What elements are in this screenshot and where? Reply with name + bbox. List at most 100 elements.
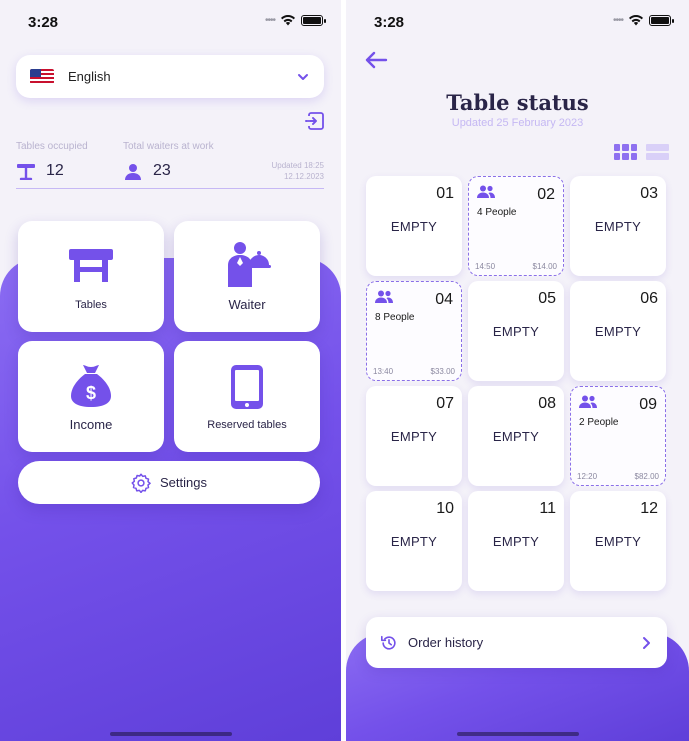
people-icon bbox=[375, 290, 393, 303]
tables-grid: 01 EMPTY 02 4 People 14:50 $14.00 03 EMPTY 04 8 P… bbox=[366, 176, 666, 591]
table-card-10[interactable]: 10 EMPTY bbox=[366, 491, 462, 591]
table-number: 08 bbox=[538, 395, 556, 412]
order-history-label: Order history bbox=[408, 635, 484, 650]
table-status: EMPTY bbox=[492, 534, 540, 549]
view-toggle bbox=[614, 144, 669, 160]
table-number: 01 bbox=[436, 185, 454, 202]
table-number: 03 bbox=[640, 185, 658, 202]
table-amount: $82.00 bbox=[634, 472, 659, 481]
money-bag-icon: $ bbox=[71, 365, 111, 407]
waiter-icon bbox=[228, 242, 271, 287]
table-amount: $14.00 bbox=[532, 262, 557, 271]
table-card-03[interactable]: 03 EMPTY bbox=[570, 176, 666, 276]
table-card-09[interactable]: 09 2 People 12:20 $82.00 bbox=[570, 386, 666, 486]
updated-time: Updated 18:25 bbox=[271, 161, 325, 170]
table-time: 14:50 bbox=[475, 262, 496, 271]
reserved-tables-label: Reserved tables bbox=[207, 418, 287, 431]
settings-button[interactable]: Settings bbox=[18, 461, 320, 504]
table-number: 11 bbox=[539, 500, 556, 517]
table-card-12[interactable]: 12 EMPTY bbox=[570, 491, 666, 591]
status-icons: •••• bbox=[264, 14, 326, 26]
table-card-04[interactable]: 04 8 People 13:40 $33.00 bbox=[366, 281, 462, 381]
table-card-07[interactable]: 07 EMPTY bbox=[366, 386, 462, 486]
waiters-label: Total waiters at work bbox=[123, 141, 214, 152]
table-card-01[interactable]: 01 EMPTY bbox=[366, 176, 462, 276]
table-number: 02 bbox=[537, 186, 555, 203]
table-status: EMPTY bbox=[390, 219, 438, 234]
tables-occupied-value: 12 bbox=[46, 162, 64, 179]
updated-timestamp: Updated 18:25 12.12.2023 bbox=[272, 160, 325, 182]
reserved-tables-card[interactable]: Reserved tables bbox=[174, 341, 320, 452]
language-label: English bbox=[68, 69, 111, 84]
arrow-left-icon[interactable] bbox=[364, 50, 388, 70]
table-number: 04 bbox=[435, 291, 453, 308]
table-status: EMPTY bbox=[594, 534, 642, 549]
waiters-value: 23 bbox=[153, 162, 171, 179]
people-icon bbox=[477, 185, 495, 198]
home-indicator[interactable] bbox=[109, 732, 232, 736]
home-screen: 3:28 •••• English Tables occupied 12 Tot… bbox=[0, 0, 341, 741]
table-people: 8 People bbox=[375, 312, 415, 323]
table-icon bbox=[69, 248, 113, 282]
status-time: 3:28 bbox=[374, 14, 405, 31]
chevron-right-icon bbox=[643, 636, 650, 649]
updated-date: 12.12.2023 bbox=[283, 172, 324, 181]
signal-icon: •••• bbox=[264, 14, 276, 26]
status-bar: 3:28 •••• bbox=[346, 0, 689, 44]
table-time: 12:20 bbox=[577, 472, 598, 481]
person-icon bbox=[125, 163, 141, 180]
table-people: 4 People bbox=[477, 207, 517, 218]
table-icon bbox=[17, 163, 35, 180]
table-card-11[interactable]: 11 EMPTY bbox=[468, 491, 564, 591]
svg-text:$: $ bbox=[86, 383, 96, 403]
table-status-screen: 3:28 •••• Table status Updated 25 Februa… bbox=[346, 0, 689, 741]
tables-occupied-label: Tables occupied bbox=[16, 141, 88, 152]
status-icons: •••• bbox=[612, 14, 674, 26]
home-indicator[interactable] bbox=[456, 732, 579, 736]
settings-label: Settings bbox=[160, 475, 207, 490]
tablet-icon bbox=[231, 364, 263, 409]
tables-occupied-stat: 12 bbox=[16, 162, 64, 180]
table-card-06[interactable]: 06 EMPTY bbox=[570, 281, 666, 381]
logout-icon[interactable] bbox=[305, 111, 325, 131]
table-amount: $33.00 bbox=[430, 367, 455, 376]
status-time: 3:28 bbox=[28, 14, 59, 31]
table-number: 12 bbox=[640, 500, 658, 517]
language-select[interactable]: English bbox=[16, 55, 324, 98]
table-number: 05 bbox=[538, 290, 556, 307]
wifi-icon bbox=[281, 15, 295, 26]
tables-label: Tables bbox=[75, 298, 107, 311]
status-bar: 3:28 •••• bbox=[0, 0, 341, 44]
signal-icon: •••• bbox=[612, 14, 624, 26]
people-icon bbox=[579, 395, 597, 408]
us-flag-icon bbox=[30, 69, 54, 84]
grid-view-icon[interactable] bbox=[614, 144, 637, 160]
income-label: Income bbox=[69, 417, 113, 432]
order-history-button[interactable]: Order history bbox=[366, 617, 667, 668]
table-time: 13:40 bbox=[373, 367, 394, 376]
page-title: Table status bbox=[446, 90, 589, 115]
table-number: 10 bbox=[436, 500, 454, 517]
table-status: EMPTY bbox=[390, 429, 438, 444]
table-card-08[interactable]: 08 EMPTY bbox=[468, 386, 564, 486]
wifi-icon bbox=[629, 15, 643, 26]
table-card-02[interactable]: 02 4 People 14:50 $14.00 bbox=[468, 176, 564, 276]
gear-icon bbox=[131, 473, 151, 493]
tables-card[interactable]: Tables bbox=[18, 221, 164, 332]
table-status: EMPTY bbox=[390, 534, 438, 549]
battery-icon bbox=[301, 14, 326, 26]
waiter-label: Waiter bbox=[228, 297, 266, 312]
waiter-card[interactable]: Waiter bbox=[174, 221, 320, 332]
table-card-05[interactable]: 05 EMPTY bbox=[468, 281, 564, 381]
table-status: EMPTY bbox=[492, 429, 540, 444]
battery-icon bbox=[649, 14, 674, 26]
income-card[interactable]: $ Income bbox=[18, 341, 164, 452]
list-view-icon[interactable] bbox=[646, 144, 669, 160]
chevron-down-icon bbox=[298, 73, 308, 80]
table-status: EMPTY bbox=[492, 324, 540, 339]
table-status: EMPTY bbox=[594, 324, 642, 339]
history-icon bbox=[380, 635, 396, 650]
table-number: 09 bbox=[639, 396, 657, 413]
table-number: 06 bbox=[640, 290, 658, 307]
table-number: 07 bbox=[436, 395, 454, 412]
